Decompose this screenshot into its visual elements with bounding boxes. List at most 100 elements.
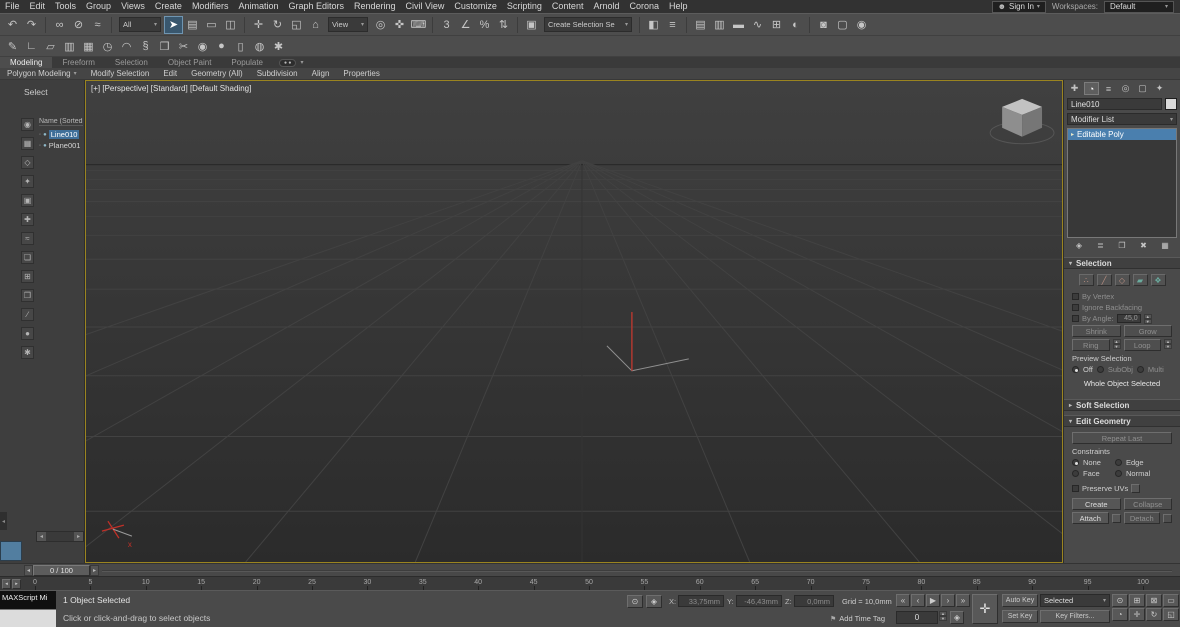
add-time-tag-button[interactable]: ⚑ Add Time Tag <box>830 614 885 623</box>
repeat-last-button[interactable]: Repeat Last <box>1072 432 1172 444</box>
shrink-button[interactable]: Shrink <box>1072 325 1121 337</box>
preview-off-radio[interactable] <box>1072 366 1079 373</box>
display-xrefs-icon[interactable]: ⊞ <box>21 270 34 283</box>
menu-edit[interactable]: Edit <box>25 0 51 13</box>
select-by-name-icon[interactable]: ▤ <box>183 16 202 34</box>
go-to-start-icon[interactable]: « <box>896 594 910 607</box>
menu-customize[interactable]: Customize <box>449 0 502 13</box>
lock-selection-icon[interactable]: ◈ <box>646 595 662 608</box>
undo-icon[interactable]: ↶ <box>3 16 22 34</box>
select-and-place-icon[interactable]: ⌂ <box>306 16 325 34</box>
clock-icon[interactable]: ◷ <box>98 37 117 55</box>
toggle-layer-explorer-icon[interactable]: ▥ <box>710 16 729 34</box>
polygon-icon[interactable]: ▰ <box>1132 274 1148 286</box>
view-cube[interactable] <box>989 98 1055 145</box>
ribbon-panel-properties[interactable]: Properties <box>336 69 386 78</box>
schematic-view-icon[interactable]: ⊞ <box>767 16 786 34</box>
explorer-scrollbar[interactable]: ◂ ▸ <box>36 531 84 542</box>
ribbon-tab-populate[interactable]: Populate <box>221 57 273 68</box>
menu-scripting[interactable]: Scripting <box>502 0 547 13</box>
section-icon[interactable]: § <box>136 37 155 55</box>
display-shapes-icon[interactable]: ◇ <box>21 156 34 169</box>
display-lights-icon[interactable]: ✦ <box>21 175 34 188</box>
ribbon-tab-object-paint[interactable]: Object Paint <box>158 57 222 68</box>
rendered-frame-window-icon[interactable]: ▢ <box>833 16 852 34</box>
pin-stack-icon[interactable]: ◈ <box>1072 240 1086 251</box>
ribbon-panel-polygon-modeling[interactable]: Polygon Modeling ▾ <box>0 69 84 78</box>
utilities-tab-icon[interactable]: ✦ <box>1152 82 1167 95</box>
display-containers-icon[interactable]: ❒ <box>21 289 34 302</box>
keyboard-shortcut-override-icon[interactable]: ⌨ <box>409 16 428 34</box>
menu-civil-view[interactable]: Civil View <box>401 0 450 13</box>
set-keys-button[interactable]: ✛ <box>972 594 998 624</box>
scroll-right-icon[interactable]: ▸ <box>74 532 83 541</box>
constraint-edge-radio[interactable] <box>1115 459 1122 466</box>
named-selection-sets-select[interactable]: Create Selection Se ▾ <box>544 17 632 32</box>
auto-key-button[interactable]: Auto Key <box>1002 594 1038 607</box>
time-step-back-icon[interactable]: ◂ <box>24 565 33 576</box>
isolate-selection-icon[interactable]: ⊙ <box>627 595 643 608</box>
preview-multi-radio[interactable] <box>1136 366 1144 373</box>
x-coord-field[interactable]: 33,75mm <box>678 595 724 607</box>
scrollbar-track[interactable] <box>46 532 74 541</box>
set-square-icon[interactable]: ∟ <box>22 37 41 55</box>
maxscript-mini-listener[interactable]: MAXScript Mi <box>0 591 56 609</box>
menu-help[interactable]: Help <box>664 0 693 13</box>
render-setup-icon[interactable]: ◙ <box>814 16 833 34</box>
selection-set-dropdown[interactable]: Selected ▾ <box>1040 594 1110 607</box>
rollout-edit-geometry[interactable]: ▾ Edit Geometry <box>1064 415 1180 427</box>
ribbon-display-mode-icon[interactable]: ● ● <box>279 58 297 67</box>
select-and-link-icon[interactable]: ∞ <box>50 16 69 34</box>
preserve-uvs-checkbox[interactable]: Preserve UVs <box>1072 484 1180 493</box>
scroll-left-ic[interactable]: ◂ <box>37 532 46 541</box>
key-filters-button[interactable]: Key Filters... <box>1040 610 1110 623</box>
workspace-select[interactable]: Default ▾ <box>1104 0 1174 13</box>
previous-frame-icon[interactable]: ‹ <box>911 594 925 607</box>
modify-tab-icon[interactable]: ◔ <box>1084 82 1099 95</box>
constraint-face-radio[interactable] <box>1072 470 1079 477</box>
z-coord-field[interactable]: 0,0mm <box>794 595 834 607</box>
set-key-button[interactable]: Set Key <box>1002 610 1038 623</box>
toggle-ribbon-icon[interactable]: ▬ <box>729 16 748 34</box>
zoom-all-icon[interactable]: ⊞ <box>1129 594 1145 607</box>
select-and-scale-icon[interactable]: ◱ <box>287 16 306 34</box>
ribbon-panel-geometry-all-[interactable]: Geometry (All) <box>184 69 250 78</box>
display-frozen-icon[interactable]: ✱ <box>21 346 34 359</box>
ribbon-panel-edit[interactable]: Edit <box>156 69 184 78</box>
ribbon-panel-subdivision[interactable]: Subdivision <box>250 69 305 78</box>
sphere-icon[interactable]: ● <box>212 37 231 55</box>
y-coord-field[interactable]: -46,43mm <box>736 595 782 607</box>
object-name-field[interactable]: Line010 <box>1067 98 1162 110</box>
menu-file[interactable]: File <box>0 0 25 13</box>
go-to-end-icon[interactable]: » <box>956 594 970 607</box>
reference-coordinate-select[interactable]: View ▾ <box>328 17 368 32</box>
display-geometry-icon[interactable]: ▦ <box>21 137 34 150</box>
zoom-extents-icon[interactable]: ⊠ <box>1146 594 1162 607</box>
make-unique-icon[interactable]: ❐ <box>1115 240 1129 251</box>
menu-content[interactable]: Content <box>547 0 589 13</box>
angle-snap-icon[interactable]: ∠ <box>456 16 475 34</box>
by-angle-spinner[interactable]: ▲ ▼ <box>1143 314 1152 324</box>
explorer-item[interactable]: ◦ ● Line010 <box>39 129 84 140</box>
unlink-selection-icon[interactable]: ⊘ <box>69 16 88 34</box>
ring-button[interactable]: Ring <box>1072 339 1110 351</box>
preview-subobj-radio[interactable] <box>1096 366 1104 373</box>
edge-icon[interactable]: ╱ <box>1096 274 1112 286</box>
show-end-result-icon[interactable]: ≣ <box>1094 240 1108 251</box>
bind-to-space-warp-icon[interactable]: ≈ <box>88 16 107 34</box>
zoom-region-icon[interactable]: ▭ <box>1163 594 1179 607</box>
grow-button[interactable]: Grow <box>1123 325 1172 337</box>
menu-tools[interactable]: Tools <box>50 0 81 13</box>
by-angle-checkbox[interactable]: By Angle: 45,0 ▲ ▼ <box>1072 314 1180 324</box>
snaps-toggle-icon[interactable]: 3 <box>437 16 456 34</box>
element-icon[interactable]: ❖ <box>1150 274 1166 286</box>
display-cameras-icon[interactable]: ▣ <box>21 194 34 207</box>
rollout-soft-selection[interactable]: ▸ Soft Selection <box>1064 399 1180 411</box>
menu-create[interactable]: Create <box>150 0 187 13</box>
chart-icon[interactable]: ▥ <box>60 37 79 55</box>
current-frame-field[interactable]: 0 <box>896 611 938 624</box>
menu-modifiers[interactable]: Modifiers <box>187 0 234 13</box>
detach-button[interactable]: Detach <box>1123 512 1160 524</box>
detach-settings-icon[interactable] <box>1163 513 1172 523</box>
display-space-warps-icon[interactable]: ≈ <box>21 232 34 245</box>
